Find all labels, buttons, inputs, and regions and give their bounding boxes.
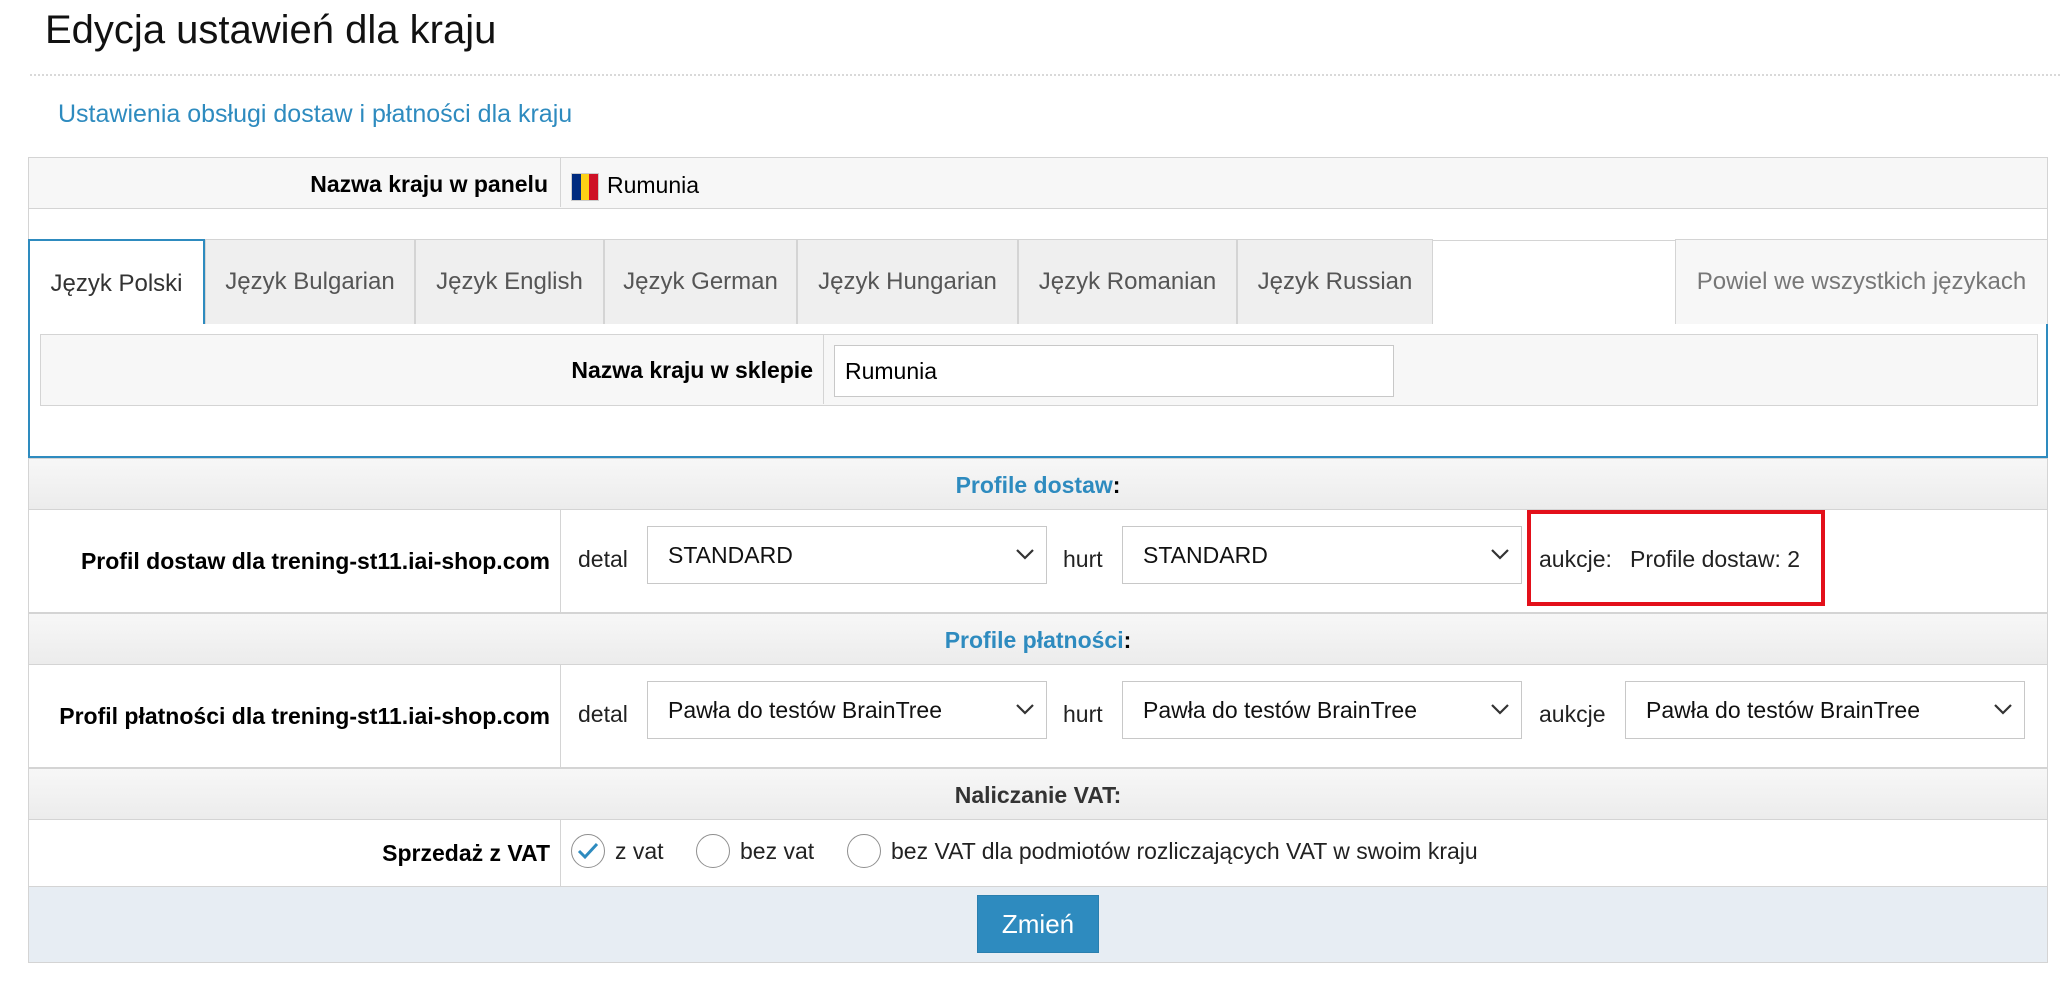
vat-row: Sprzedaż z VAT z vat bez vat bez VAT dla… bbox=[28, 820, 2048, 887]
vat-option-with-vat-label: z vat bbox=[615, 838, 664, 864]
tab-language-german[interactable]: Język German bbox=[604, 239, 797, 325]
shop-name-input[interactable] bbox=[834, 345, 1394, 397]
shop-name-label: Nazwa kraju w sklepie bbox=[571, 357, 813, 383]
chevron-down-icon bbox=[1016, 549, 1034, 560]
form-footer: Zmień bbox=[28, 887, 2048, 963]
payment-profile-row: Profil płatności dla trening-st11.iai-sh… bbox=[28, 665, 2048, 768]
chevron-down-icon bbox=[1016, 704, 1034, 715]
tab-language-hungarian[interactable]: Język Hungarian bbox=[797, 239, 1018, 325]
chevron-down-icon bbox=[1994, 704, 2012, 715]
vat-header-title: Naliczanie VAT: bbox=[954, 782, 1122, 808]
highlight-box bbox=[1527, 510, 1825, 606]
tab-label: Język English bbox=[436, 268, 583, 295]
vat-header: Naliczanie VAT: bbox=[28, 768, 2048, 820]
panel-name-row: Nazwa kraju w panelu Rumunia bbox=[28, 157, 2048, 209]
language-tabs: Język Polski Język Bulgarian Język Engli… bbox=[28, 239, 2048, 327]
vat-option-without-vat-eu-radio[interactable] bbox=[847, 834, 881, 868]
tab-label: Język Bulgarian bbox=[225, 268, 395, 295]
tab-label: Język Romanian bbox=[1038, 268, 1217, 295]
tab-label: Język Polski bbox=[50, 270, 183, 297]
vat-option-with-vat-radio[interactable] bbox=[571, 834, 605, 868]
copy-all-languages-button[interactable]: Powiel we wszystkich językach bbox=[1675, 239, 2048, 325]
vat-option-without-vat-eu-label: bez VAT dla podmiotów rozliczających VAT… bbox=[891, 838, 1478, 864]
panel-name-label-cell: Nazwa kraju w panelu bbox=[29, 158, 561, 207]
delivery-profiles-title: Profile dostaw bbox=[955, 472, 1113, 498]
delivery-profile-label: Profil dostaw dla trening-st11.iai-shop.… bbox=[80, 548, 550, 574]
payment-detal-select[interactable]: Pawła do testów BrainTree bbox=[647, 681, 1047, 739]
shop-name-label-cell: Nazwa kraju w sklepie bbox=[41, 335, 824, 404]
title-divider bbox=[30, 74, 2060, 76]
tab-label: Język Russian bbox=[1257, 268, 1413, 295]
tab-language-english[interactable]: Język English bbox=[415, 239, 604, 325]
tab-language-romanian[interactable]: Język Romanian bbox=[1018, 239, 1237, 325]
tab-language-bulgarian[interactable]: Język Bulgarian bbox=[205, 239, 415, 325]
delivery-profiles-header: Profile dostaw: bbox=[28, 458, 2048, 510]
tab-language-russian[interactable]: Język Russian bbox=[1237, 239, 1433, 325]
vat-option-without-vat-radio[interactable] bbox=[696, 834, 730, 868]
panel-name-value: Rumunia bbox=[607, 172, 700, 198]
delivery-profiles-colon: : bbox=[1112, 472, 1121, 498]
tab-bar-filler bbox=[1433, 239, 1675, 325]
submit-change-button[interactable]: Zmień bbox=[977, 895, 1099, 953]
chevron-down-icon bbox=[1491, 549, 1509, 560]
payment-profiles-header: Profile płatności: bbox=[28, 613, 2048, 665]
payment-auctions-label: aukcje bbox=[1539, 701, 1606, 727]
copy-all-languages-label: Powiel we wszystkich językach bbox=[1696, 268, 2027, 295]
payment-hurt-value: Pawła do testów BrainTree bbox=[1143, 697, 1418, 723]
delivery-hurt-value: STANDARD bbox=[1143, 542, 1268, 568]
delivery-profile-label-cell: Profil dostaw dla trening-st11.iai-shop.… bbox=[29, 510, 561, 612]
checkmark-icon bbox=[577, 842, 599, 860]
romania-flag-icon bbox=[571, 173, 599, 201]
tab-language-polish[interactable]: Język Polski bbox=[28, 239, 205, 327]
delivery-hurt-select[interactable]: STANDARD bbox=[1122, 526, 1522, 584]
payment-hurt-label: hurt bbox=[1063, 701, 1103, 727]
payment-detal-label: detal bbox=[578, 701, 628, 727]
payment-profiles-title: Profile płatności bbox=[944, 627, 1124, 653]
payment-profile-label-cell: Profil płatności dla trening-st11.iai-sh… bbox=[29, 665, 561, 767]
vat-label-cell: Sprzedaż z VAT bbox=[29, 820, 561, 886]
shop-name-row: Nazwa kraju w sklepie bbox=[40, 334, 2038, 406]
payment-profile-label: Profil płatności dla trening-st11.iai-sh… bbox=[59, 703, 550, 729]
panel-name-value-cell: Rumunia bbox=[561, 158, 2047, 207]
chevron-down-icon bbox=[1491, 704, 1509, 715]
payment-detal-value: Pawła do testów BrainTree bbox=[668, 697, 943, 723]
section-subtitle: Ustawienia obsługi dostaw i płatności dl… bbox=[58, 100, 573, 128]
payment-auctions-value: Pawła do testów BrainTree bbox=[1646, 697, 1921, 723]
tab-label: Język German bbox=[623, 268, 778, 295]
delivery-detal-label: detal bbox=[578, 546, 628, 572]
tab-content-panel: Nazwa kraju w sklepie bbox=[28, 324, 2048, 458]
payment-hurt-select[interactable]: Pawła do testów BrainTree bbox=[1122, 681, 1522, 739]
delivery-detal-value: STANDARD bbox=[668, 542, 793, 568]
panel-name-label: Nazwa kraju w panelu bbox=[310, 171, 548, 197]
payment-profiles-colon: : bbox=[1123, 627, 1132, 653]
tab-label: Język Hungarian bbox=[818, 268, 997, 295]
vat-option-without-vat-label: bez vat bbox=[740, 838, 815, 864]
payment-auctions-select[interactable]: Pawła do testów BrainTree bbox=[1625, 681, 2025, 739]
delivery-hurt-label: hurt bbox=[1063, 546, 1103, 572]
page-title: Edycja ustawień dla kraju bbox=[45, 8, 497, 52]
vat-label: Sprzedaż z VAT bbox=[382, 840, 550, 866]
spacer-row bbox=[28, 209, 2048, 241]
delivery-detal-select[interactable]: STANDARD bbox=[647, 526, 1047, 584]
